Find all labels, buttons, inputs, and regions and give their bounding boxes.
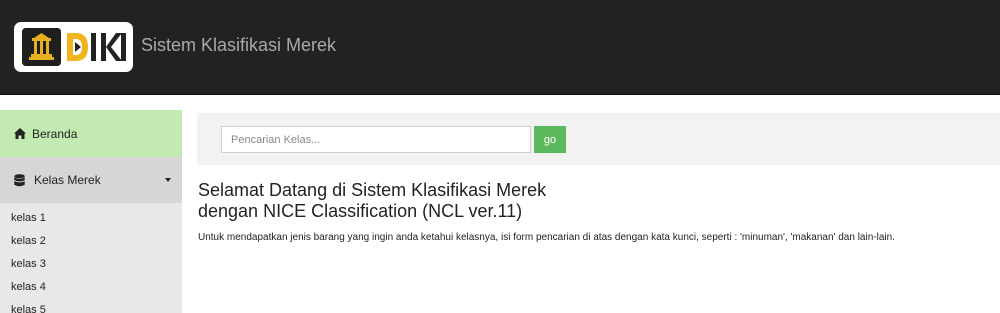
sidebar-item-beranda[interactable]: Beranda: [0, 110, 182, 157]
sidebar-item-kelas-merek[interactable]: Kelas Merek: [0, 157, 182, 203]
kelas-list: kelas 1 kelas 2 kelas 3 kelas 4 kelas 5: [0, 203, 182, 313]
welcome-heading: Selamat Datang di Sistem Klasifikasi Mer…: [198, 180, 546, 222]
search-panel: go: [197, 113, 1000, 165]
database-icon: [14, 173, 25, 187]
search-input[interactable]: [221, 126, 531, 153]
welcome-heading-line1: Selamat Datang di Sistem Klasifikasi Mer…: [198, 180, 547, 200]
home-icon: [14, 128, 26, 139]
sidebar-item-label: Kelas Merek: [34, 173, 101, 187]
kelas-item[interactable]: kelas 4: [0, 276, 182, 299]
kelas-item[interactable]: kelas 5: [0, 299, 182, 313]
sidebar-spacer: [0, 96, 182, 110]
djki-logo[interactable]: [14, 22, 133, 72]
sidebar-item-label: Beranda: [32, 126, 78, 141]
go-button[interactable]: go: [534, 126, 566, 153]
app-title: Sistem Klasifikasi Merek: [141, 35, 337, 55]
top-navbar: Sistem Klasifikasi Merek: [0, 0, 1000, 95]
intro-text: Untuk mendapatkan jenis barang yang ingi…: [198, 232, 895, 243]
kelas-item[interactable]: kelas 3: [0, 253, 182, 276]
welcome-heading-line2: dengan NICE Classification (NCL ver.11): [198, 201, 523, 221]
kelas-item[interactable]: kelas 2: [0, 230, 182, 253]
emblem-icon: [22, 28, 61, 66]
sidebar: Beranda Kelas Merek kelas 1 kelas 2 kela…: [0, 96, 182, 313]
kelas-item[interactable]: kelas 1: [0, 207, 182, 230]
caret-down-icon: [165, 178, 171, 182]
djki-letters-icon: [64, 28, 128, 66]
